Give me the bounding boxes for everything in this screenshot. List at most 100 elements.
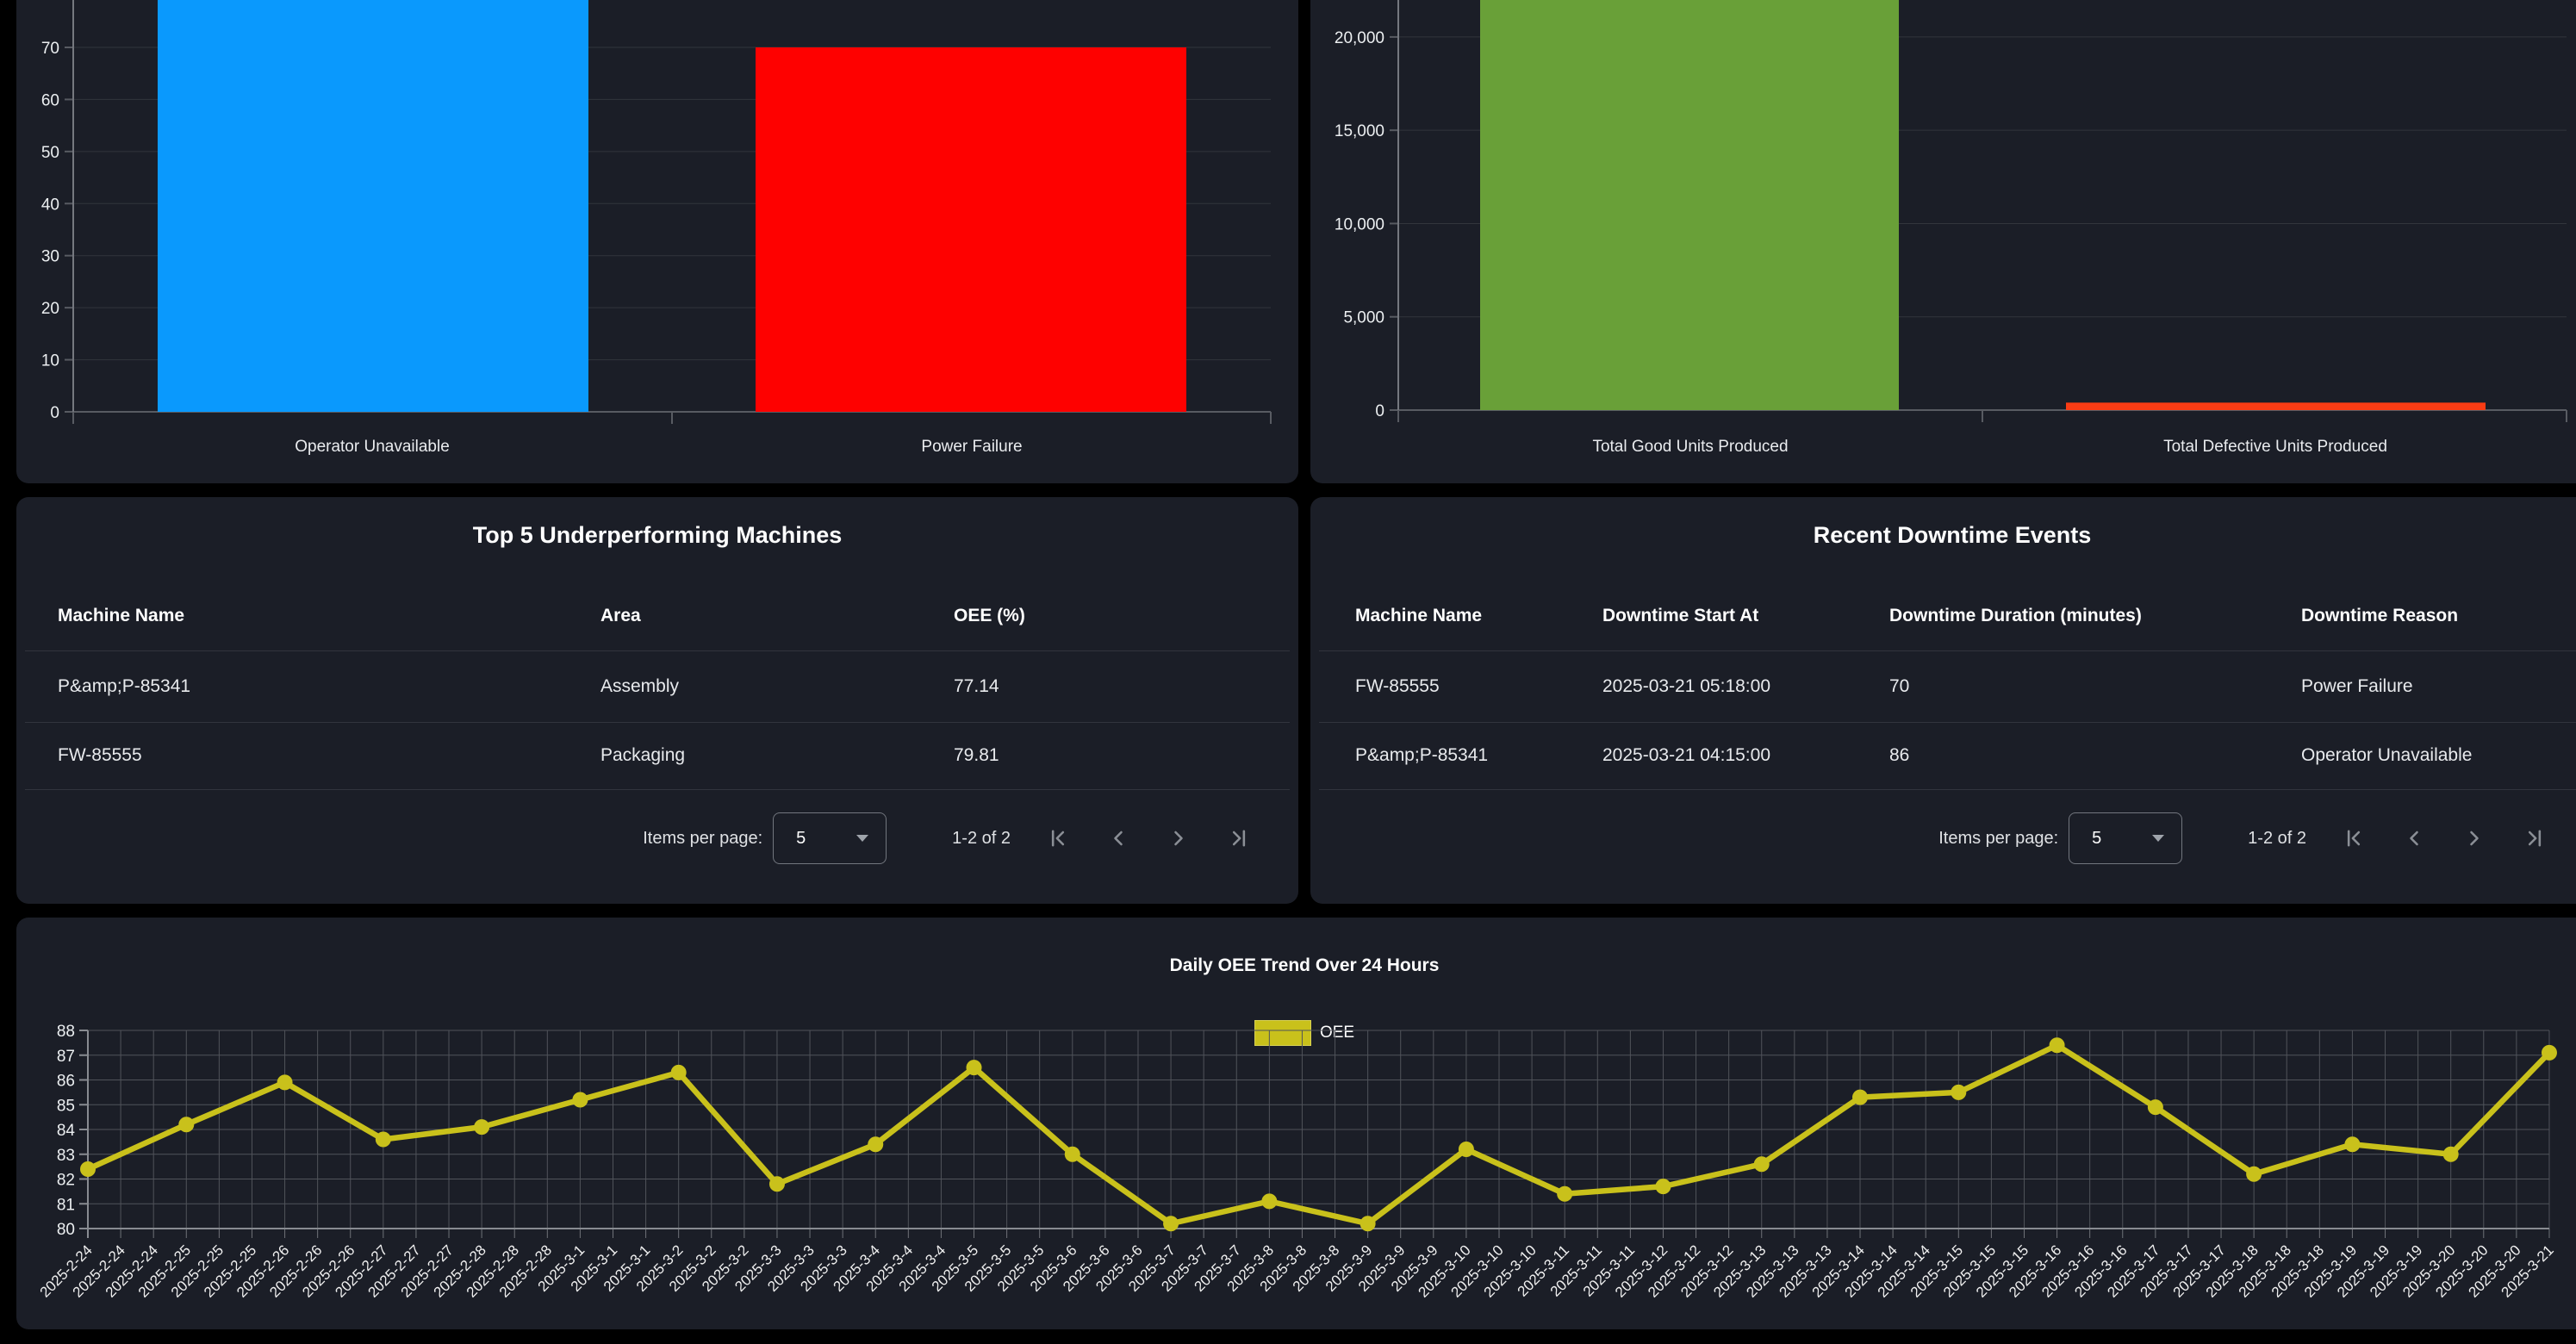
svg-text:Total Defective Units Produced: Total Defective Units Produced: [2163, 438, 2387, 456]
svg-text:10: 10: [41, 352, 59, 370]
svg-text:88: 88: [57, 1023, 75, 1041]
data-point-marker: [80, 1161, 96, 1177]
svg-text:Power Failure: Power Failure: [921, 438, 1022, 456]
table-cell: Operator Unavailable: [2301, 744, 2472, 768]
column-header: Area: [600, 604, 641, 628]
table-cell: Power Failure: [2301, 675, 2413, 699]
svg-text:40: 40: [41, 196, 59, 214]
table-cell: P&amp;P-85341: [58, 675, 190, 699]
data-point-marker: [2050, 1037, 2065, 1053]
first-page-button[interactable]: [2329, 813, 2379, 863]
row-divider: [1319, 789, 2576, 790]
data-point-marker: [2443, 1147, 2459, 1162]
svg-text:10,000: 10,000: [1335, 215, 1384, 233]
page-range-label: 1-2 of 2: [2248, 829, 2306, 849]
dropdown-arrow-icon: [2152, 835, 2164, 842]
data-point-marker: [1065, 1147, 1080, 1162]
data-point-marker: [376, 1132, 391, 1148]
svg-text:5,000: 5,000: [1343, 309, 1384, 327]
units-produced-bar-chart: 0 5,000 10,000 15,000 20,000 Total Good Units…: [1310, 0, 2576, 483]
column-header: OEE (%): [954, 604, 1025, 628]
table-cell: FW-85555: [1355, 675, 1440, 699]
data-point-marker: [2344, 1136, 2360, 1152]
svg-text:15,000: 15,000: [1335, 122, 1384, 140]
svg-text:82: 82: [57, 1172, 75, 1190]
items-per-page-label: Items per page:: [1938, 829, 2058, 849]
svg-text:20,000: 20,000: [1335, 29, 1384, 47]
items-per-page-label: Items per page:: [643, 829, 762, 849]
row-divider: [25, 722, 1290, 723]
page-size-value: 5: [2092, 829, 2101, 849]
data-point-marker: [2148, 1099, 2163, 1115]
units-produced-chart-card: 0 5,000 10,000 15,000 20,000 Total Good Units…: [1310, 0, 2576, 483]
underperforming-machines-card: Top 5 Underperforming Machines Items per…: [16, 497, 1298, 904]
last-page-button[interactable]: [1214, 813, 1264, 863]
daily-oee-trend-card: Daily OEE Trend Over 24 Hours OEE 808182…: [16, 918, 2576, 1329]
downtime-by-reason-bar-chart: 010203040506070Operator UnavailablePower…: [16, 0, 1298, 483]
previous-page-button[interactable]: [1093, 813, 1143, 863]
data-point-marker: [572, 1092, 588, 1108]
data-point-marker: [178, 1117, 194, 1132]
row-divider: [25, 650, 1290, 651]
daily-oee-trend-line-chart: 8081828384858687882025-2-242025-2-242025…: [16, 918, 2576, 1329]
underperforming-machines-title: Top 5 Underperforming Machines: [16, 522, 1298, 549]
svg-text:87: 87: [57, 1048, 75, 1066]
data-point-marker: [1459, 1142, 1474, 1157]
svg-text:30: 30: [41, 248, 59, 266]
paginator: Items per page: 5 1-2 of 2: [643, 812, 1264, 865]
column-header: Downtime Duration (minutes): [1889, 604, 2142, 628]
svg-text:85: 85: [57, 1097, 75, 1115]
data-point-marker: [769, 1176, 785, 1192]
svg-text:Operator Unavailable: Operator Unavailable: [295, 438, 450, 456]
data-point-marker: [1754, 1156, 1770, 1172]
data-point-marker: [1261, 1193, 1277, 1209]
column-header: Downtime Start At: [1602, 604, 1758, 628]
data-point-marker: [1655, 1179, 1671, 1194]
svg-text:83: 83: [57, 1147, 75, 1165]
svg-text:20: 20: [41, 300, 59, 318]
data-point-marker: [2542, 1045, 2557, 1061]
page-size-select[interactable]: 5: [773, 812, 887, 864]
chevron-right-icon: [2462, 826, 2486, 850]
table-cell: 86: [1889, 744, 1909, 768]
data-point-marker: [277, 1074, 293, 1090]
next-page-button[interactable]: [2449, 813, 2499, 863]
data-point-marker: [1852, 1090, 1868, 1105]
recent-downtime-events-card: Recent Downtime Events Items per page: 5…: [1310, 497, 2576, 904]
first-page-icon: [2342, 826, 2366, 850]
bar: [2066, 402, 2486, 410]
chevron-left-icon: [2402, 826, 2426, 850]
data-point-marker: [868, 1136, 883, 1152]
data-point-marker: [967, 1060, 982, 1075]
paginator: Items per page: 5 1-2 of 2: [1938, 812, 2560, 865]
data-point-marker: [671, 1065, 687, 1080]
last-page-button[interactable]: [2510, 813, 2560, 863]
svg-text:Total Good Units Produced: Total Good Units Produced: [1592, 438, 1788, 456]
svg-text:86: 86: [57, 1073, 75, 1091]
previous-page-button[interactable]: [2389, 813, 2439, 863]
bar: [756, 47, 1186, 412]
row-divider: [1319, 650, 2576, 651]
row-divider: [25, 789, 1290, 790]
dropdown-arrow-icon: [856, 835, 868, 842]
first-page-button[interactable]: [1033, 813, 1083, 863]
first-page-icon: [1046, 826, 1070, 850]
data-point-marker: [1360, 1216, 1376, 1231]
svg-text:0: 0: [50, 404, 59, 422]
next-page-button[interactable]: [1154, 813, 1204, 863]
column-header: Machine Name: [1355, 604, 1482, 628]
chevron-right-icon: [1167, 826, 1191, 850]
column-header: Machine Name: [58, 604, 184, 628]
recent-downtime-events-title: Recent Downtime Events: [1310, 522, 2576, 549]
table-cell: Packaging: [600, 744, 685, 768]
data-point-marker: [2246, 1167, 2262, 1182]
table-cell: 2025-03-21 05:18:00: [1602, 675, 1770, 699]
svg-text:60: 60: [41, 91, 59, 109]
page-size-select[interactable]: 5: [2069, 812, 2182, 864]
svg-text:0: 0: [1375, 402, 1384, 420]
svg-text:80: 80: [57, 1221, 75, 1239]
table-cell: 77.14: [954, 675, 999, 699]
last-page-icon: [1227, 826, 1251, 850]
table-cell: FW-85555: [58, 744, 142, 768]
data-point-marker: [474, 1119, 489, 1135]
